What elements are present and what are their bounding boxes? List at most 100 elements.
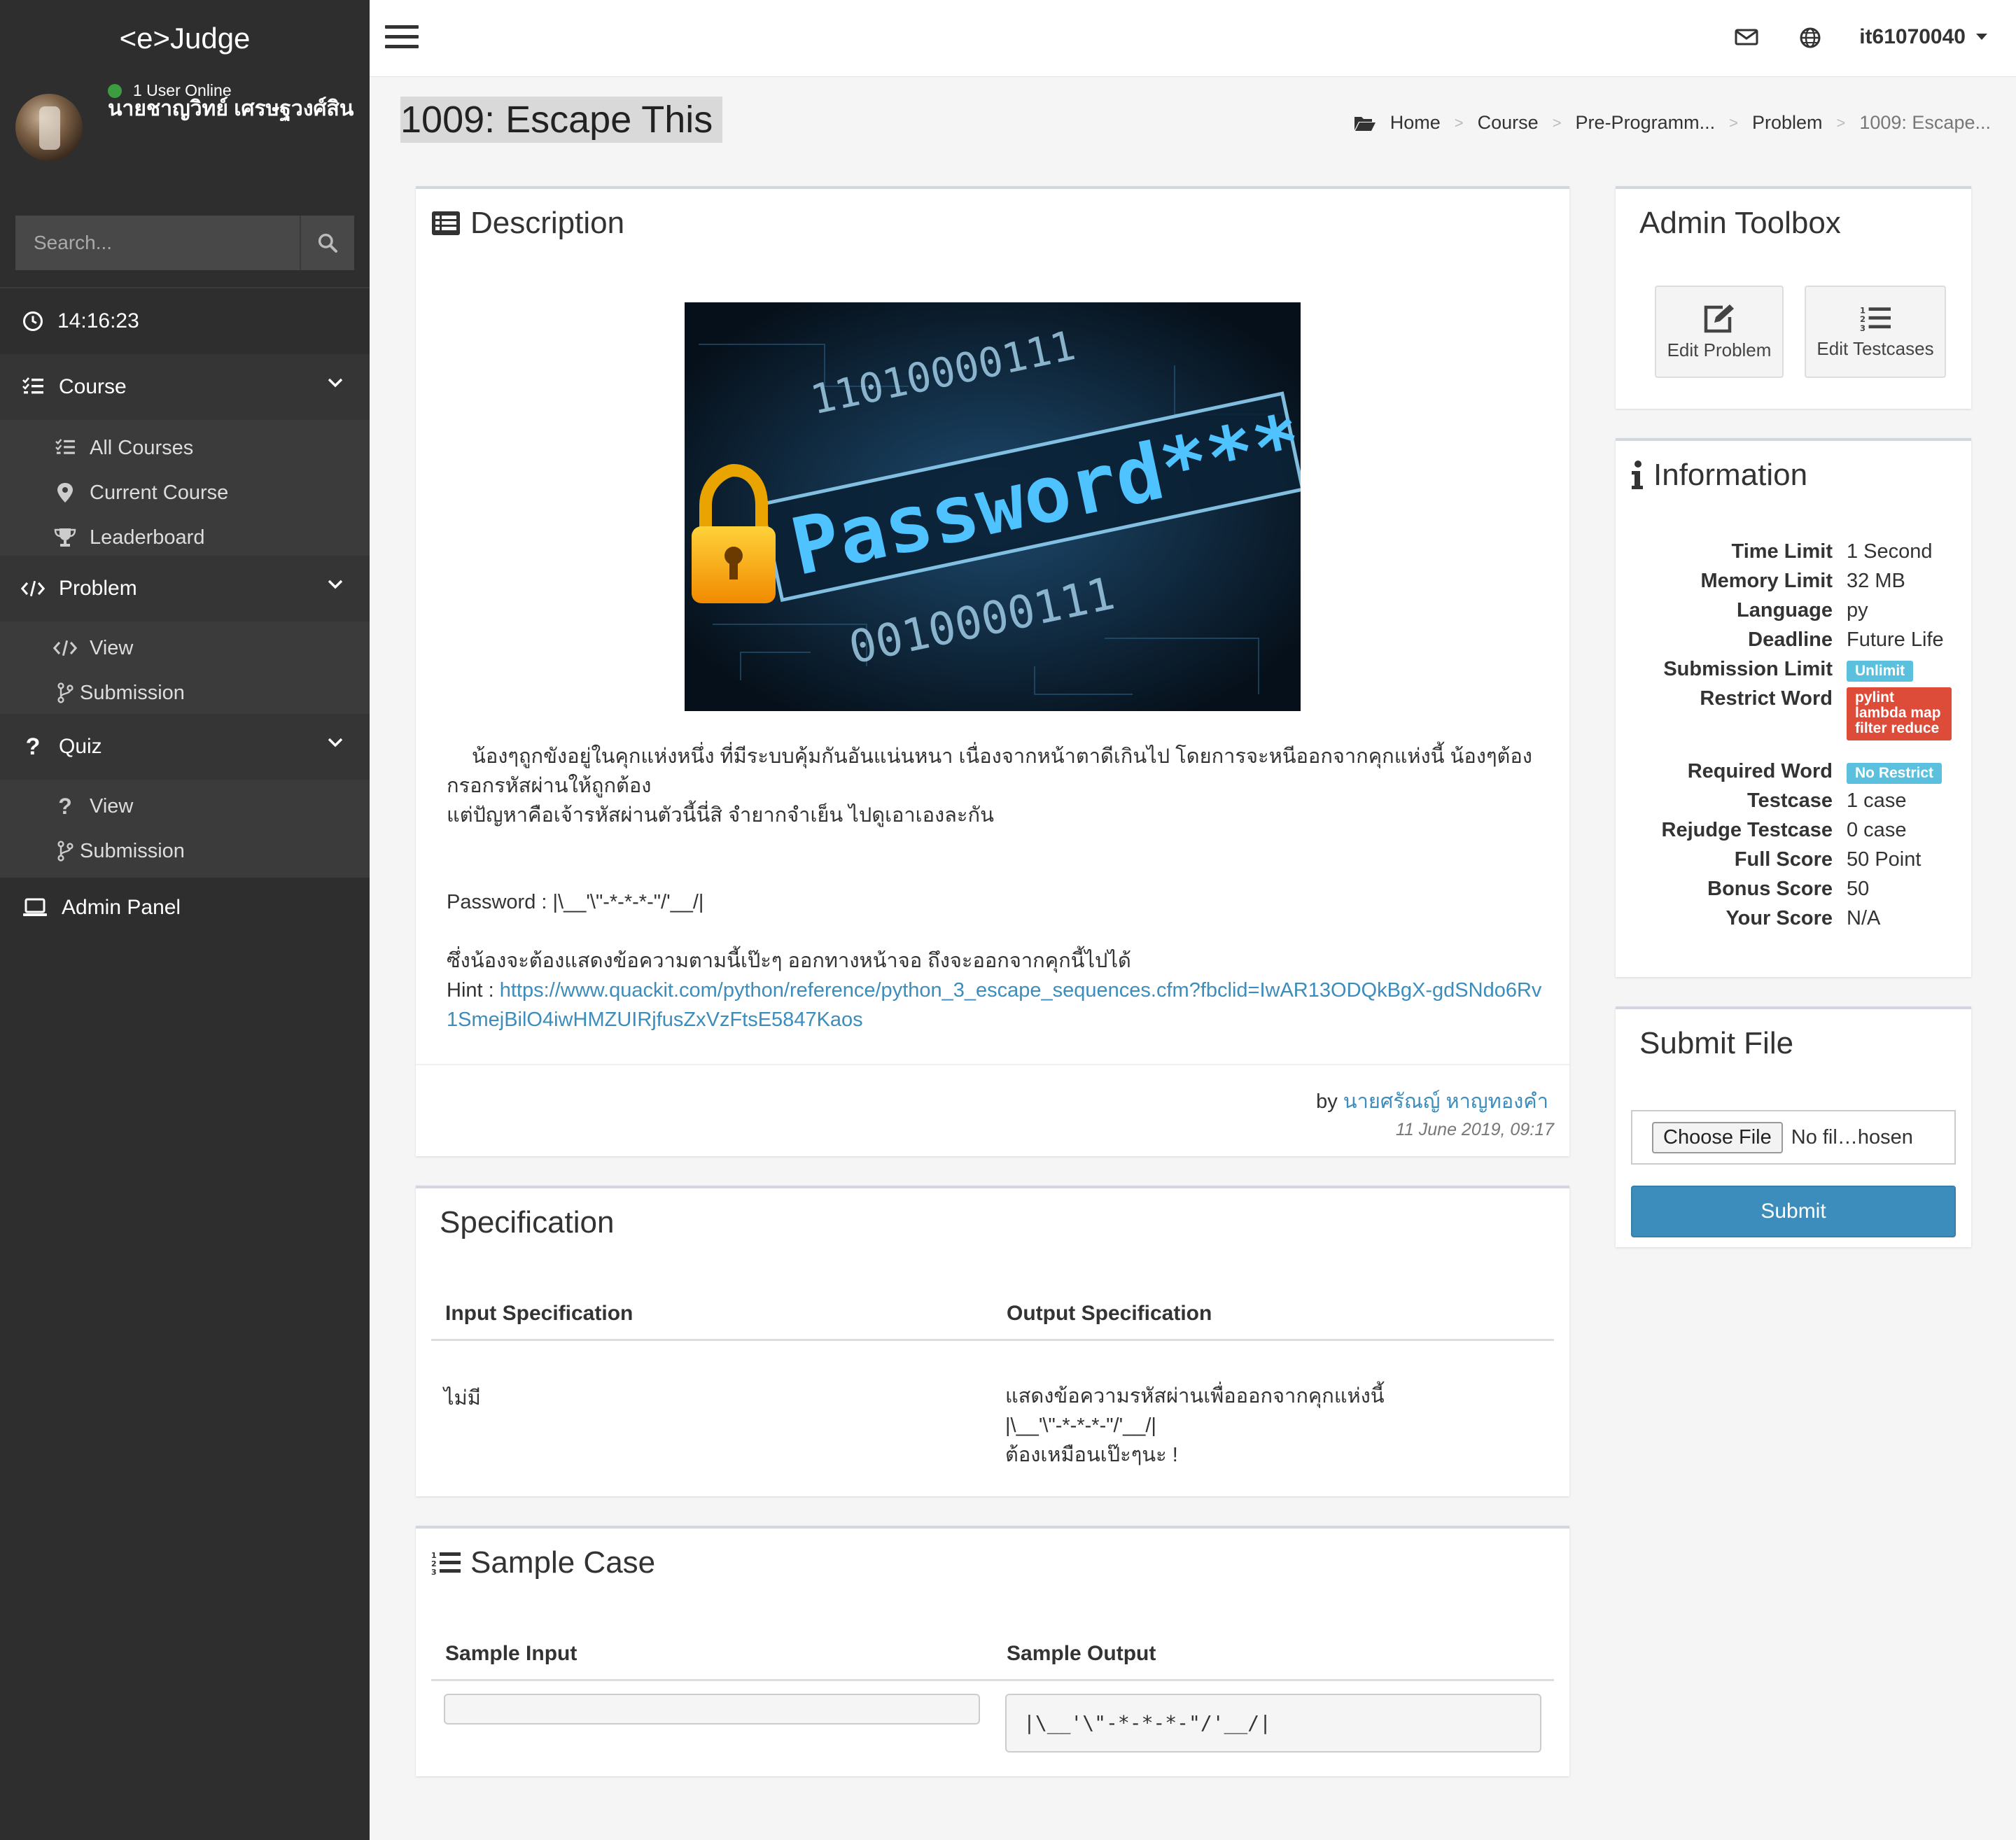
- nav-course-label: Course: [59, 375, 127, 398]
- breadcrumb-active: 1009: Escape...: [1859, 112, 1991, 133]
- username: it61070040: [1859, 25, 1966, 48]
- sample-table-header: Sample Input Sample Output: [431, 1634, 1554, 1681]
- user-menu[interactable]: it61070040: [1859, 25, 1988, 49]
- page-title: 1009: Escape This: [400, 97, 723, 143]
- sidebar-item-all-courses[interactable]: All Courses: [0, 426, 370, 470]
- code-icon: [21, 580, 45, 597]
- breadcrumb: Home > Course > Pre-Programm... > Proble…: [1354, 112, 1991, 134]
- sidebar-item-problem-view[interactable]: View: [0, 626, 370, 670]
- caret-down-icon: [1976, 34, 1987, 40]
- submission-limit-badge: Unlimit: [1847, 661, 1914, 682]
- nav-quiz-toggle[interactable]: ? Quiz: [0, 714, 370, 780]
- nav-course-toggle[interactable]: Course: [0, 354, 370, 420]
- info-row-full-score: Full Score 50 Point: [1734, 848, 1921, 871]
- required-word-badge: No Restrict: [1847, 763, 1942, 784]
- search-input[interactable]: [15, 216, 300, 270]
- question-icon: ?: [25, 733, 41, 760]
- author-line: by นายศรัณญ์ หาญทองคำ: [1316, 1085, 1548, 1117]
- breadcrumb-home[interactable]: Home: [1390, 112, 1441, 134]
- file-status: No fil…hosen: [1791, 1125, 1913, 1149]
- information-box: Information Time Limit 1 Second Memory Li…: [1616, 438, 1971, 977]
- breadcrumb-problem[interactable]: Problem: [1752, 112, 1823, 134]
- breadcrumb-course[interactable]: Course: [1478, 112, 1539, 134]
- info-row-restrict-word: Restrict Word pylint lambda map filter re…: [1616, 687, 1971, 760]
- specification-title: Specification: [440, 1205, 615, 1239]
- clock: 14:16:23: [0, 287, 370, 354]
- edit-testcases-label: Edit Testcases: [1816, 337, 1934, 359]
- sample-input-header: Sample Input: [445, 1642, 578, 1665]
- sidebar-item-label: Current Course: [90, 481, 229, 504]
- sidebar-item-label: Submission: [80, 839, 185, 862]
- edit-problem-label: Edit Problem: [1667, 339, 1772, 360]
- info-row-testcase: Testcase 1 case: [1747, 789, 1907, 812]
- breadcrumb-separator: >: [1552, 113, 1562, 132]
- sample-output-value: |\__'\"-*-*-*-"/'__/|: [1005, 1694, 1541, 1753]
- breadcrumb-current-course[interactable]: Pre-Programm...: [1576, 112, 1716, 134]
- info-row-your-score: Your Score N/A: [1726, 907, 1881, 929]
- edit-problem-button[interactable]: Edit Problem: [1655, 286, 1784, 378]
- output-spec-line: |\__'\"-*-*-*-"/'__/|: [1005, 1414, 1156, 1437]
- sidebar-item-quiz-submission[interactable]: Submission: [0, 829, 370, 873]
- description-password: Password : |\__'\"-*-*-*-"/'__/|: [447, 891, 704, 913]
- sidebar-item-label: View: [90, 794, 134, 817]
- info-row-submission-limit: Submission Limit Unlimit: [1616, 658, 1971, 687]
- information-title-text: Information: [1653, 458, 1808, 492]
- sidebar-item-problem-submission[interactable]: Submission: [0, 670, 370, 715]
- sidebar-item-quiz-view[interactable]: ? View: [0, 784, 370, 829]
- posted-date: 11 June 2019, 09:17: [1395, 1120, 1554, 1139]
- laptop-icon: [23, 898, 47, 916]
- description-title: Description: [431, 206, 624, 241]
- map-marker-icon: [57, 483, 73, 503]
- choose-file-button[interactable]: Choose File: [1652, 1121, 1783, 1153]
- online-text: 1 User Online: [133, 81, 232, 99]
- search-icon: [318, 233, 337, 253]
- info-row-required-word: Required Word No Restrict: [1616, 760, 1971, 789]
- envelope-icon[interactable]: [1735, 27, 1758, 48]
- sample-case-box: 123 Sample Case Sample Input Sample Outp…: [416, 1526, 1569, 1776]
- nav-problem-toggle[interactable]: Problem: [0, 556, 370, 621]
- sidebar-item-label: View: [90, 636, 134, 659]
- search-button[interactable]: [300, 216, 354, 270]
- password-image: 11010000111 Password*** 0010000111: [685, 302, 1301, 711]
- list-ol-icon: 123: [431, 1551, 461, 1575]
- restrict-word-badge: pylint lambda map filter reduce: [1847, 687, 1952, 740]
- description-title-text: Description: [470, 206, 625, 240]
- sidebar-item-leaderboard[interactable]: Leaderboard: [0, 515, 370, 560]
- online-dot-icon: [108, 83, 122, 98]
- submit-file-title: Submit File: [1639, 1026, 1794, 1060]
- tasks-icon: [22, 377, 43, 394]
- list-ol-icon: 123: [1860, 305, 1891, 332]
- sidebar-item-current-course[interactable]: Current Course: [0, 470, 370, 515]
- file-input[interactable]: Choose File No fil…hosen: [1631, 1110, 1956, 1165]
- output-spec-line: แสดงข้อความรหัสผ่านเพื่อออกจากคุกแห่งนี้: [1005, 1385, 1385, 1407]
- sidebar-item-label: Leaderboard: [90, 526, 205, 549]
- menu-toggle-button[interactable]: [385, 25, 419, 50]
- code-icon: [53, 640, 77, 656]
- description-paragraph-3: ซึ่งน้องจะต้องแสดงข้อความตามนี้เป๊ะๆ ออก…: [447, 950, 1131, 972]
- trophy-icon: [54, 528, 76, 547]
- user-name: นายชาญวิทย์ เศรษฐวงศ์สิน: [108, 97, 354, 120]
- sample-case-title-text: Sample Case: [470, 1545, 656, 1580]
- description-paragraph-2: แต่ปัญหาคือเจ้ารหัสผ่านตัวนี้นี่สิ จำยาก…: [447, 804, 994, 827]
- specification-box: Specification Input Specification Output…: [416, 1186, 1569, 1496]
- online-status: 1 User Online: [108, 81, 232, 100]
- admin-toolbox-title: Admin Toolbox: [1639, 206, 1841, 240]
- submit-button[interactable]: Submit: [1631, 1186, 1956, 1237]
- sidebar-search: [15, 216, 354, 270]
- information-title: Information: [1631, 458, 1807, 493]
- top-navbar: it61070040: [370, 0, 2016, 77]
- info-row-memory-limit: Memory Limit 32 MB: [1700, 570, 1905, 592]
- nav-course: Course All Courses Current Course Leader…: [0, 354, 370, 566]
- chevron-down-icon: [328, 580, 343, 589]
- hint-link[interactable]: https://www.quackit.com/python/reference…: [447, 979, 1541, 1031]
- author-link[interactable]: นายศรัณญ์ หาญทองคำ: [1343, 1090, 1548, 1113]
- app-logo[interactable]: <e>Judge: [0, 0, 370, 77]
- edit-testcases-button[interactable]: 123 Edit Testcases: [1805, 286, 1946, 378]
- input-spec-value: ไม่มี: [444, 1387, 481, 1410]
- globe-icon[interactable]: [1799, 27, 1821, 49]
- info-row-rejudge-testcase: Rejudge Testcase 0 case: [1661, 819, 1907, 841]
- chevron-down-icon: [328, 738, 343, 747]
- password-illustration: 11010000111 Password*** 0010000111: [685, 302, 1301, 711]
- sidebar-item-label: Submission: [80, 681, 185, 704]
- sidebar-item-admin-panel[interactable]: Admin Panel: [0, 878, 370, 938]
